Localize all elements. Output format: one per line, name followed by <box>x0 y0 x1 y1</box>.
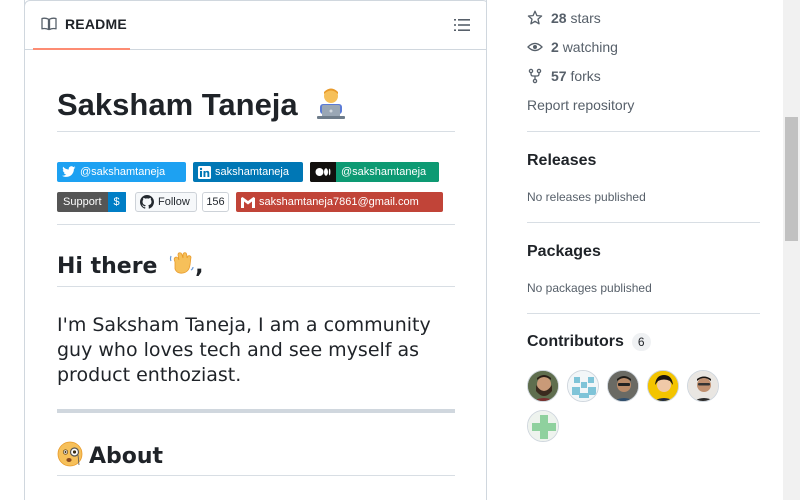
stars-label: stars <box>570 10 601 26</box>
packages-heading[interactable]: Packages <box>527 243 601 261</box>
page-scrollbar[interactable] <box>783 0 800 500</box>
forks-count: 57 <box>551 68 567 84</box>
greeting-text: Hi there <box>57 254 158 279</box>
about-heading: About <box>57 441 163 469</box>
waving-hand-icon <box>170 252 194 274</box>
twitter-icon <box>62 166 76 177</box>
github-follower-count-text: 156 <box>206 196 225 208</box>
contributors-heading-text: Contributors <box>527 333 624 350</box>
fork-icon <box>528 68 542 84</box>
contributor-avatar[interactable] <box>687 370 719 402</box>
book-icon <box>41 17 57 31</box>
list-icon[interactable] <box>454 17 470 33</box>
readme-tab[interactable]: README <box>33 0 130 50</box>
github-follower-count[interactable]: 156 <box>202 192 229 212</box>
face-with-monocle-icon <box>57 441 83 467</box>
contributors-count: 6 <box>631 333 651 351</box>
github-icon <box>140 195 154 209</box>
gmail-icon <box>241 196 255 208</box>
contributor-avatar[interactable] <box>647 370 679 402</box>
linkedin-badge-label: sakshamtaneja <box>215 166 289 178</box>
twitter-badge-label: @sakshamtaneja <box>80 166 166 178</box>
report-repository-link[interactable]: Report repository <box>527 97 634 113</box>
intro-paragraph: I'm Saksham Taneja, I am a community guy… <box>57 314 431 386</box>
eye-icon <box>527 42 543 52</box>
packages-note: No packages published <box>527 281 652 295</box>
readme-title: Saksham Taneja <box>57 86 348 128</box>
readme-tab-label: README <box>65 16 127 32</box>
watching-count: 2 <box>551 39 559 55</box>
watching-label: watching <box>562 39 618 55</box>
scrollbar-thumb[interactable] <box>785 117 798 241</box>
support-badge-value: $ <box>113 196 120 208</box>
github-follow-label: Follow <box>158 196 190 208</box>
greeting-suffix: , <box>195 254 204 279</box>
greeting-heading: Hi there , <box>57 252 204 279</box>
contributor-avatar[interactable] <box>607 370 639 402</box>
medium-icon <box>315 168 331 176</box>
forks-link[interactable]: 57 forks <box>527 68 601 84</box>
about-divider <box>57 475 455 476</box>
readme-title-text: Saksham Taneja <box>57 87 298 123</box>
email-badge-label: sakshamtaneja7861@gmail.com <box>259 196 419 208</box>
github-follow-button[interactable]: Follow <box>135 192 197 212</box>
contributor-avatar[interactable] <box>527 410 559 442</box>
twitter-badge[interactable]: @sakshamtaneja <box>57 162 186 182</box>
medium-badge[interactable]: @sakshamtaneja <box>310 162 439 182</box>
about-heading-text: About <box>89 444 164 469</box>
email-badge[interactable]: sakshamtaneja7861@gmail.com <box>236 192 443 212</box>
sidebar-divider <box>527 131 760 132</box>
contributor-avatar[interactable] <box>567 370 599 402</box>
linkedin-badge[interactable]: sakshamtaneja <box>193 162 303 182</box>
star-icon <box>527 10 543 25</box>
sidebar-divider <box>527 313 760 314</box>
stars-link[interactable]: 28 stars <box>527 10 601 26</box>
releases-note: No releases published <box>527 190 646 204</box>
forks-label: forks <box>570 68 601 84</box>
support-badge[interactable]: Support $ <box>57 192 127 212</box>
readme-card: README Saksham Taneja @sakshamtaneja sak… <box>24 0 487 500</box>
medium-badge-label: @sakshamtaneja <box>341 166 427 178</box>
support-badge-label: Support <box>63 196 102 208</box>
stars-count: 28 <box>551 10 567 26</box>
technologist-emoji-icon <box>314 86 348 128</box>
linkedin-icon <box>198 165 211 179</box>
title-divider <box>57 131 455 132</box>
badges-divider <box>57 224 455 225</box>
contributor-avatar[interactable] <box>527 370 559 402</box>
contributors-heading[interactable]: Contributors 6 <box>527 333 651 351</box>
watching-link[interactable]: 2 watching <box>527 39 618 55</box>
releases-heading[interactable]: Releases <box>527 152 596 170</box>
horizontal-rule <box>57 409 455 413</box>
readme-header: README <box>25 0 486 50</box>
sidebar-divider <box>527 222 760 223</box>
greeting-divider <box>57 286 455 287</box>
